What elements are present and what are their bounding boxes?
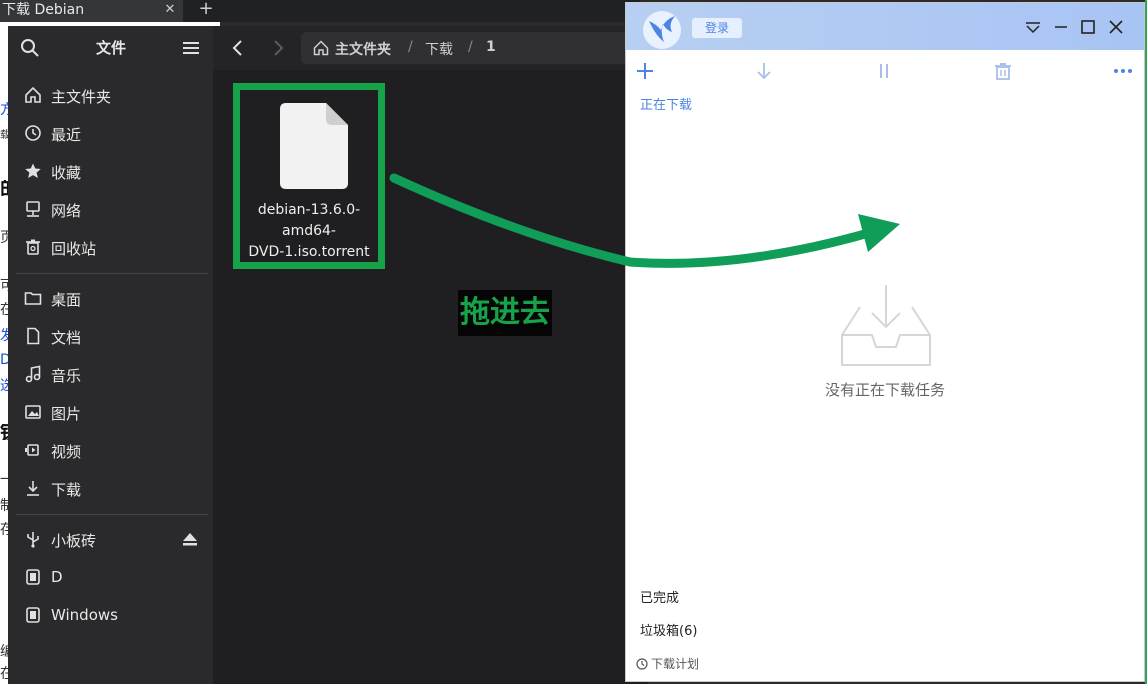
sidebar-item-label: 主文件夹 [51, 88, 112, 106]
file-name-line: amd64- [282, 223, 336, 239]
usb-icon [27, 532, 39, 548]
sidebar-item-documents[interactable]: 文档 [18, 321, 206, 351]
file-name-line: DVD-1.iso.torrent [248, 244, 370, 260]
sidebar-item-label: D [51, 568, 63, 586]
breadcrumb-separator: / [408, 39, 413, 55]
sidebar-item-label: 小板砖 [51, 532, 97, 550]
document-file-icon [280, 103, 348, 189]
close-icon[interactable]: ✕ [160, 0, 180, 22]
download-icon [27, 481, 39, 496]
download-toolbar [626, 50, 1144, 94]
eject-icon[interactable] [182, 532, 198, 546]
download-icon[interactable] [753, 60, 775, 82]
sidebar-item-drive-d[interactable]: D [18, 562, 206, 592]
download-manager-window: 登录 正在下载 没有正在下载任务 已完成 垃圾箱(6) 下载计划 [625, 2, 1145, 682]
image-icon [25, 405, 41, 419]
category-completed[interactable]: 已完成 [640, 587, 679, 606]
tab-downloading[interactable]: 正在下载 [640, 94, 692, 113]
file-name-line: debian-13.6.0- [257, 202, 361, 218]
app-logo-icon [643, 11, 681, 49]
drive-icon [26, 569, 40, 585]
forward-arrow-icon[interactable] [269, 38, 287, 58]
music-icon [25, 365, 41, 383]
sidebar-item-pictures[interactable]: 图片 [18, 397, 206, 427]
drive-icon [26, 607, 40, 623]
file-name: debian-13.6.0- amd64- DVD-1.iso.torrent [240, 200, 378, 263]
sidebar-item-label: 最近 [51, 126, 82, 144]
folder-icon [24, 292, 42, 305]
star-icon [25, 163, 41, 178]
maximize-icon[interactable] [1077, 17, 1099, 37]
search-icon[interactable] [20, 38, 40, 58]
sidebar-item-recent[interactable]: 最近 [18, 118, 206, 148]
empty-state-message: 没有正在下载任务 [824, 381, 945, 399]
add-icon[interactable] [634, 60, 656, 82]
sidebar-item-label: 音乐 [51, 367, 82, 385]
sidebar-item-home[interactable]: 主文件夹 [18, 80, 206, 110]
breadcrumb-separator: / [468, 39, 473, 55]
sidebar-item-label: 图片 [51, 405, 82, 423]
breadcrumb-home[interactable]: 主文件夹 [335, 39, 391, 59]
dropdown-menu-icon[interactable] [1022, 17, 1044, 37]
sidebar-item-music[interactable]: 音乐 [18, 359, 206, 389]
trash-icon [26, 239, 40, 255]
sidebar-item-label: 文档 [51, 329, 82, 347]
back-arrow-icon[interactable] [229, 38, 247, 58]
pause-icon[interactable] [873, 60, 895, 82]
sidebar-item-trash[interactable]: 回收站 [18, 232, 206, 262]
sidebar-divider [16, 273, 208, 274]
minimize-icon[interactable] [1050, 17, 1072, 37]
sidebar-header: 文件 [8, 26, 213, 70]
category-trash[interactable]: 垃圾箱(6) [640, 620, 697, 639]
app-title: 文件 [95, 39, 126, 57]
document-icon [27, 327, 40, 345]
delete-icon[interactable] [992, 60, 1014, 82]
sidebar-item-downloads[interactable]: 下载 [18, 473, 206, 503]
home-icon[interactable] [313, 40, 329, 56]
path-bar: 主文件夹 / 下载 / 1 [213, 26, 648, 70]
sidebar-item-starred[interactable]: 收藏 [18, 156, 206, 186]
file-manager-window: 文件 主文件夹 最近 收藏 网络 回收站 桌面 文档 音乐 图片 视频 下载 小… [8, 26, 648, 684]
hamburger-menu-icon[interactable] [180, 38, 202, 58]
sidebar-item-label: 下载 [51, 481, 82, 499]
browser-tab-bar: 下载 Debian ✕ + [0, 0, 640, 22]
network-icon [26, 201, 40, 217]
sidebar-item-usb-drive[interactable]: 小板砖 [18, 524, 206, 554]
sidebar-item-videos[interactable]: 视频 [18, 435, 206, 465]
breadcrumb-current-folder[interactable]: 1 [486, 39, 496, 55]
sidebar-item-label: 收藏 [51, 164, 82, 182]
close-icon[interactable] [1105, 17, 1127, 37]
clock-icon [636, 658, 648, 670]
empty-inbox-icon [841, 285, 931, 366]
new-tab-button[interactable]: + [196, 0, 216, 20]
sidebar-item-label: 网络 [51, 202, 82, 220]
sidebar-item-label: 视频 [51, 443, 82, 461]
download-schedule-button[interactable]: 下载计划 [636, 655, 699, 672]
login-button[interactable]: 登录 [692, 18, 742, 38]
file-item-torrent[interactable]: debian-13.6.0- amd64- DVD-1.iso.torrent [233, 83, 385, 269]
schedule-label: 下载计划 [651, 657, 700, 671]
sidebar-item-drive-windows[interactable]: Windows [18, 600, 206, 630]
sidebar-item-label: 回收站 [51, 240, 97, 258]
browser-tab[interactable]: 下载 Debian ✕ [0, 0, 183, 22]
drag-instruction-annotation: 拖进去 [458, 290, 552, 336]
video-icon [25, 444, 39, 456]
title-bar: 登录 [626, 3, 1144, 50]
sidebar-divider [16, 514, 208, 515]
home-icon [25, 86, 41, 103]
browser-tab-title: 下载 Debian [2, 2, 85, 18]
sidebar: 文件 主文件夹 最近 收藏 网络 回收站 桌面 文档 音乐 图片 视频 下载 小… [8, 26, 213, 684]
sidebar-item-label: Windows [51, 606, 118, 624]
breadcrumb-downloads[interactable]: 下载 [425, 39, 453, 59]
sidebar-item-network[interactable]: 网络 [18, 194, 206, 224]
clock-icon [25, 125, 41, 141]
sidebar-item-label: 桌面 [51, 291, 82, 309]
more-icon[interactable] [1112, 60, 1134, 82]
breadcrumb: 主文件夹 / 下载 / 1 [301, 32, 648, 64]
sidebar-item-desktop[interactable]: 桌面 [18, 283, 206, 313]
